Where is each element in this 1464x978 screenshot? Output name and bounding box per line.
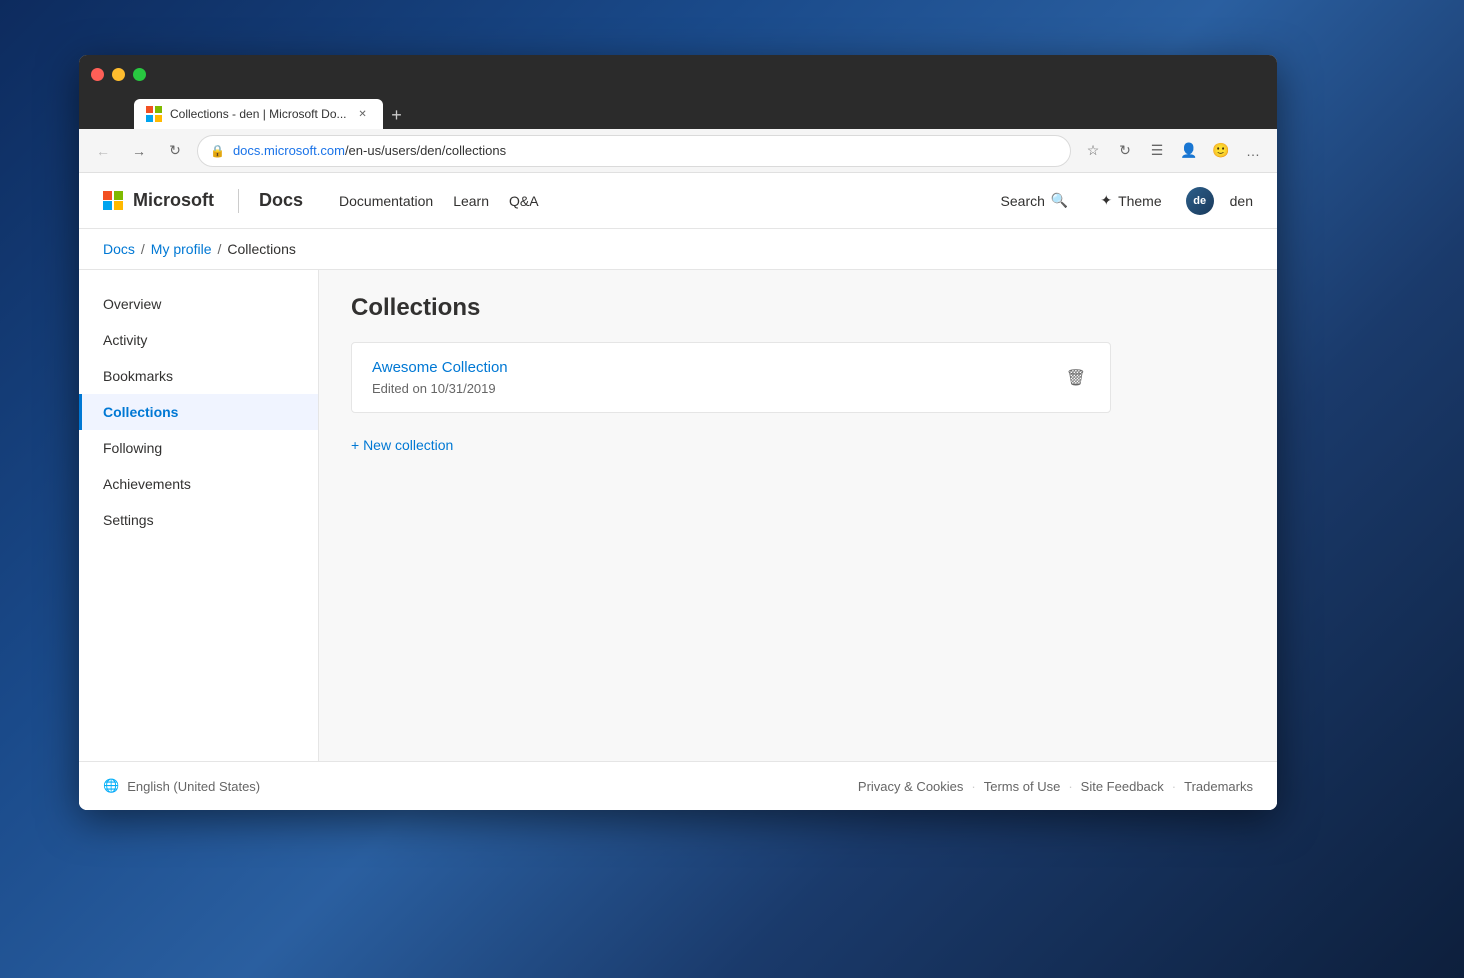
theme-label: Theme xyxy=(1118,193,1162,209)
docs-link[interactable]: Docs xyxy=(259,190,303,211)
ms-sq-green xyxy=(114,191,123,200)
url-text: docs.microsoft.com/en-us/users/den/colle… xyxy=(233,143,506,158)
microsoft-logo[interactable]: Microsoft xyxy=(103,190,214,211)
lock-icon: 🔒 xyxy=(210,144,225,158)
more-icon[interactable]: … xyxy=(1239,137,1267,165)
breadcrumb-docs-link[interactable]: Docs xyxy=(103,241,135,257)
collections-icon[interactable]: ☰ xyxy=(1143,137,1171,165)
privacy-link[interactable]: Privacy & Cookies xyxy=(858,779,963,794)
address-bar: ← → ↻ 🔒 docs.microsoft.com/en-us/users/d… xyxy=(79,129,1277,173)
browser-window: Collections - den | Microsoft Do... ✕ + … xyxy=(79,55,1277,810)
collection-date: Edited on 10/31/2019 xyxy=(372,381,508,396)
user-name-label[interactable]: den xyxy=(1230,193,1253,209)
title-bar xyxy=(79,55,1277,93)
locale-label: English (United States) xyxy=(127,779,260,794)
sidebar-item-collections[interactable]: Collections xyxy=(79,394,318,430)
favorites-icon[interactable]: ☆ xyxy=(1079,137,1107,165)
page-title: Collections xyxy=(351,294,1245,322)
header-right: Search 🔍 ✦ Theme de den xyxy=(993,187,1253,215)
breadcrumb-profile-link[interactable]: My profile xyxy=(151,241,212,257)
sidebar-item-settings[interactable]: Settings xyxy=(79,502,318,538)
emoji-icon[interactable]: 🙂 xyxy=(1207,137,1235,165)
new-collection-button[interactable]: + New collection xyxy=(351,429,1245,461)
collection-info: Awesome Collection Edited on 10/31/2019 xyxy=(372,359,508,396)
site-footer: 🌐 English (United States) Privacy & Cook… xyxy=(79,761,1277,810)
forward-button[interactable]: → xyxy=(125,137,153,165)
tab-favicon xyxy=(146,106,162,122)
feedback-link[interactable]: Site Feedback xyxy=(1081,779,1164,794)
ms-grid-icon xyxy=(103,191,123,211)
active-tab[interactable]: Collections - den | Microsoft Do... ✕ xyxy=(134,99,383,129)
profile-icon[interactable]: 👤 xyxy=(1175,137,1203,165)
microsoft-label: Microsoft xyxy=(133,190,214,211)
nav-links: Documentation Learn Q&A xyxy=(331,189,547,213)
sidebar-item-following[interactable]: Following xyxy=(79,430,318,466)
tab-bar: Collections - den | Microsoft Do... ✕ + xyxy=(79,93,1277,129)
breadcrumb-current: Collections xyxy=(227,241,295,257)
reload-button[interactable]: ↻ xyxy=(161,137,189,165)
back-button[interactable]: ← xyxy=(89,137,117,165)
trademarks-link[interactable]: Trademarks xyxy=(1184,779,1253,794)
sidebar-item-activity[interactable]: Activity xyxy=(79,322,318,358)
user-avatar[interactable]: de xyxy=(1186,187,1214,215)
page-content: Microsoft Docs Documentation Learn Q&A S… xyxy=(79,173,1277,810)
breadcrumb: Docs / My profile / Collections xyxy=(79,229,1277,270)
sidebar-item-achievements[interactable]: Achievements xyxy=(79,466,318,502)
collection-card: Awesome Collection Edited on 10/31/2019 … xyxy=(351,342,1111,413)
theme-button[interactable]: ✦ Theme xyxy=(1092,188,1169,213)
learn-link[interactable]: Learn xyxy=(445,189,497,213)
footer-left: 🌐 English (United States) xyxy=(103,778,260,794)
toolbar-icons: ☆ ↻ ☰ 👤 🙂 … xyxy=(1079,137,1267,165)
sidebar-item-bookmarks[interactable]: Bookmarks xyxy=(79,358,318,394)
sidebar-item-overview[interactable]: Overview xyxy=(79,286,318,322)
breadcrumb-sep-1: / xyxy=(141,241,145,257)
theme-icon: ✦ xyxy=(1100,192,1112,209)
close-button[interactable] xyxy=(91,68,104,81)
new-tab-button[interactable]: + xyxy=(383,101,411,129)
documentation-link[interactable]: Documentation xyxy=(331,189,441,213)
main-layout: Overview Activity Bookmarks Collections … xyxy=(79,270,1277,761)
minimize-button[interactable] xyxy=(112,68,125,81)
main-content: Collections Awesome Collection Edited on… xyxy=(319,270,1277,761)
footer-right: Privacy & Cookies · Terms of Use · Site … xyxy=(858,779,1253,794)
site-header: Microsoft Docs Documentation Learn Q&A S… xyxy=(79,173,1277,229)
delete-collection-button[interactable]: 🗑 xyxy=(1062,364,1090,392)
globe-icon: 🌐 xyxy=(103,778,119,794)
terms-link[interactable]: Terms of Use xyxy=(984,779,1061,794)
sidebar: Overview Activity Bookmarks Collections … xyxy=(79,270,319,761)
search-label: Search xyxy=(1001,193,1045,209)
ms-sq-blue xyxy=(103,201,112,210)
fullscreen-button[interactable] xyxy=(133,68,146,81)
ms-sq-red xyxy=(103,191,112,200)
url-bar[interactable]: 🔒 docs.microsoft.com/en-us/users/den/col… xyxy=(197,135,1071,167)
collection-name-link[interactable]: Awesome Collection xyxy=(372,359,508,376)
breadcrumb-sep-2: / xyxy=(217,241,221,257)
tab-close-button[interactable]: ✕ xyxy=(355,106,371,122)
ms-sq-yellow xyxy=(114,201,123,210)
qa-link[interactable]: Q&A xyxy=(501,189,547,213)
search-icon: 🔍 xyxy=(1051,192,1068,209)
search-button[interactable]: Search 🔍 xyxy=(993,188,1077,213)
logo-divider xyxy=(238,189,239,213)
refresh-icon[interactable]: ↻ xyxy=(1111,137,1139,165)
tab-title: Collections - den | Microsoft Do... xyxy=(170,107,347,121)
